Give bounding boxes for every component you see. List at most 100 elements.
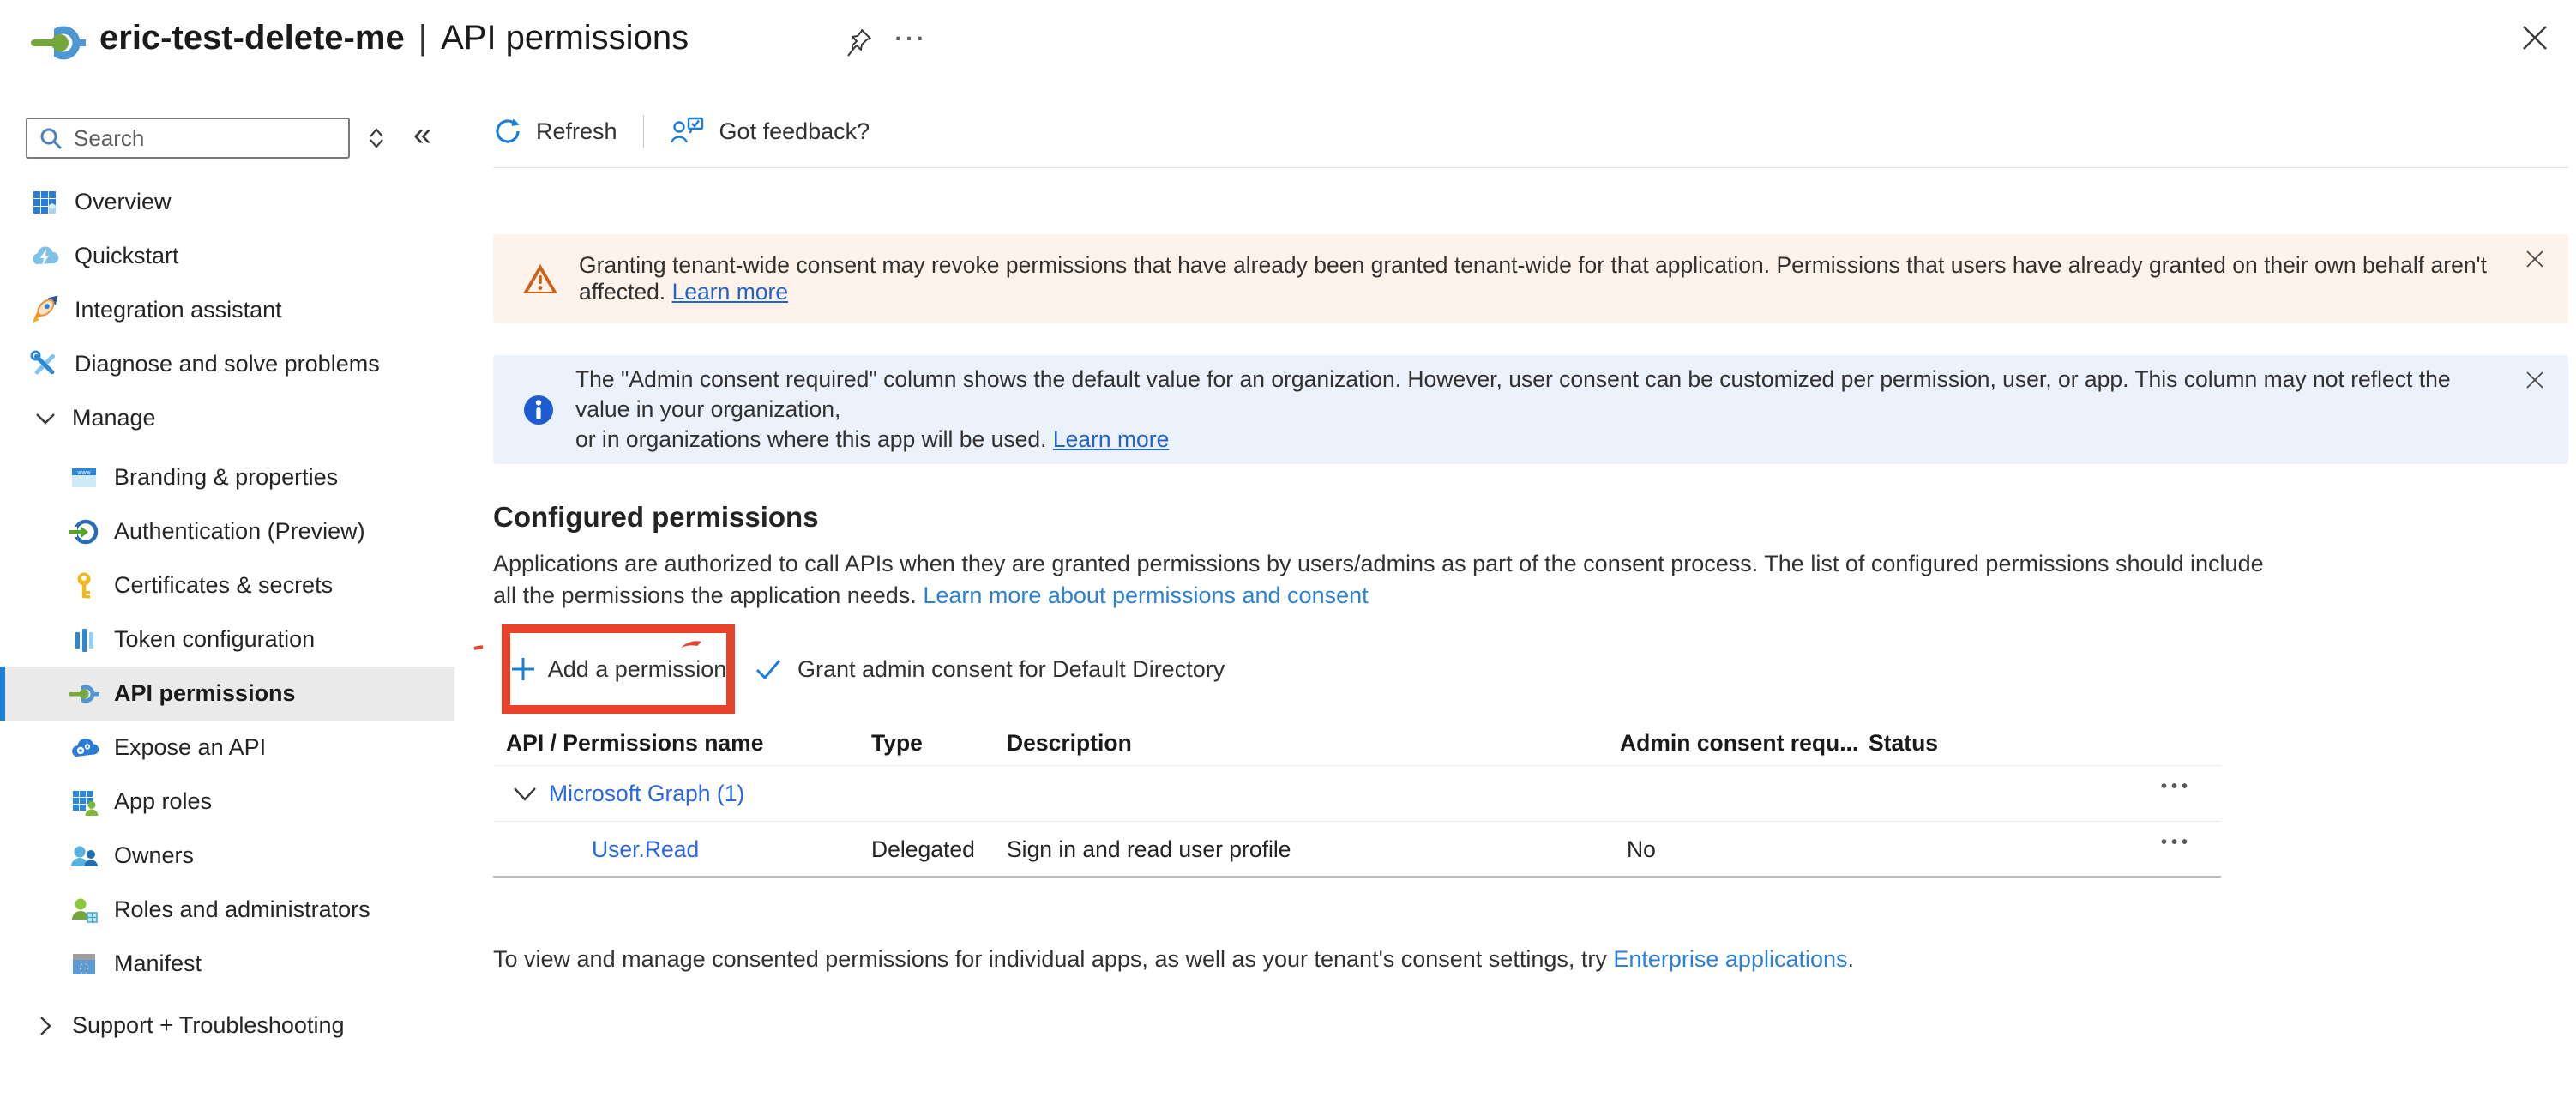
- refresh-icon: [493, 117, 522, 146]
- collapse-sidebar-icon[interactable]: «: [413, 117, 431, 154]
- token-configuration-icon: [69, 624, 99, 655]
- sidebar-item-roles-administrators[interactable]: Roles and administrators: [0, 883, 454, 937]
- info-learn-more-link[interactable]: Learn more: [1053, 426, 1170, 452]
- grant-admin-consent-label: Grant admin consent for Default Director…: [797, 656, 1225, 683]
- warning-learn-more-link[interactable]: Learn more: [672, 279, 789, 305]
- annotation-arrow-artifact: [680, 639, 702, 649]
- column-header-description[interactable]: Description: [1007, 730, 1132, 757]
- owners-icon: [69, 841, 99, 872]
- sidebar-item-manifest[interactable]: { } Manifest: [0, 937, 454, 991]
- sidebar-item-label: Diagnose and solve problems: [75, 351, 380, 377]
- sidebar-item-label: App roles: [114, 788, 212, 815]
- sidebar-search[interactable]: [26, 118, 350, 159]
- section-label: Support + Troubleshooting: [72, 1012, 344, 1039]
- sidebar-item-label: API permissions: [114, 680, 296, 707]
- row-more-options-icon[interactable]: •••: [2161, 833, 2192, 853]
- warning-text: Granting tenant-wide consent may revoke …: [579, 252, 2491, 305]
- enterprise-applications-link[interactable]: Enterprise applications: [1613, 946, 1847, 972]
- column-header-type[interactable]: Type: [871, 730, 923, 757]
- expose-api-icon: [69, 733, 99, 763]
- page-title: eric-test-delete-me|API permissions: [99, 19, 689, 57]
- close-blade-icon[interactable]: [2519, 22, 2550, 53]
- blade-title: API permissions: [441, 19, 689, 57]
- search-input[interactable]: [72, 124, 363, 153]
- sidebar-item-owners[interactable]: Owners: [0, 829, 454, 883]
- sidebar-item-integration-assistant[interactable]: Integration assistant: [0, 283, 454, 337]
- info-icon: [522, 394, 555, 426]
- column-header-status[interactable]: Status: [1869, 730, 1938, 757]
- permission-type-cell: Delegated: [871, 836, 975, 863]
- search-icon: [38, 125, 63, 151]
- warning-icon: [522, 262, 558, 295]
- toolbar-rule: [493, 167, 2568, 168]
- info-text: The "Admin consent required" column show…: [575, 365, 2491, 455]
- sidebar-nav: Overview Quickstart Integration assistan…: [0, 175, 454, 1053]
- more-options-menu-icon[interactable]: …: [892, 10, 929, 49]
- sidebar-item-label: Branding & properties: [114, 464, 338, 491]
- warning-banner: Granting tenant-wide consent may revoke …: [493, 234, 2568, 323]
- dismiss-warning-icon[interactable]: [2524, 248, 2546, 270]
- pin-icon[interactable]: [846, 27, 873, 58]
- sidebar-item-quickstart[interactable]: Quickstart: [0, 229, 454, 283]
- sidebar-item-diagnose[interactable]: Diagnose and solve problems: [0, 337, 454, 391]
- plus-icon: [510, 656, 536, 682]
- sidebar-item-label: Certificates & secrets: [114, 572, 333, 599]
- svg-text:{ }: { }: [79, 962, 88, 974]
- configured-permissions-heading: Configured permissions: [493, 501, 819, 534]
- admin-consent-required-cell: No: [1627, 836, 1656, 863]
- sidebar-item-token-configuration[interactable]: Token configuration: [0, 612, 454, 667]
- table-bottom-rule: [493, 876, 2221, 878]
- sidebar-item-api-permissions[interactable]: API permissions: [0, 667, 454, 721]
- section-label: Manage: [72, 405, 156, 431]
- sidebar-section-manage[interactable]: Manage: [0, 391, 454, 445]
- permissions-consent-link[interactable]: Learn more about permissions and consent: [923, 582, 1368, 608]
- highlight-annotation-box: Add a permission: [502, 624, 735, 714]
- table-row-rule: [493, 821, 2221, 822]
- quickstart-icon: [29, 241, 60, 272]
- permissions-table: API / Permissions name Type Description …: [493, 719, 2221, 882]
- manifest-icon: { }: [69, 949, 99, 980]
- sidebar-item-certificates[interactable]: Certificates & secrets: [0, 558, 454, 612]
- chevron-down-icon: [34, 409, 58, 428]
- feedback-button[interactable]: Got feedback?: [670, 116, 870, 147]
- sidebar-item-label: Expose an API: [114, 734, 266, 761]
- svg-text:www: www: [76, 470, 91, 476]
- toolbar-divider: [643, 115, 644, 148]
- group-chevron-down-icon[interactable]: [512, 785, 538, 804]
- authentication-icon: [69, 516, 99, 547]
- column-header-api-permissions-name[interactable]: API / Permissions name: [506, 730, 763, 757]
- sidebar-section-support[interactable]: Support + Troubleshooting: [0, 998, 454, 1053]
- sidebar-item-app-roles[interactable]: App roles: [0, 775, 454, 829]
- table-header-rule: [493, 765, 2221, 766]
- sort-order-icon[interactable]: [364, 125, 389, 151]
- sidebar-item-label: Quickstart: [75, 243, 179, 269]
- diagnose-icon: [29, 349, 60, 380]
- command-bar: Refresh Got feedback?: [493, 106, 870, 156]
- footer-note: To view and manage consented permissions…: [493, 946, 1854, 973]
- sidebar-item-label: Owners: [114, 842, 194, 869]
- microsoft-graph-link[interactable]: Microsoft Graph (1): [549, 781, 744, 807]
- sidebar-item-label: Token configuration: [114, 626, 315, 653]
- column-header-admin-consent-required[interactable]: Admin consent requ...: [1620, 730, 1858, 757]
- info-banner: The "Admin consent required" column show…: [493, 355, 2568, 464]
- sidebar-item-label: Manifest: [114, 950, 202, 977]
- sidebar-item-branding[interactable]: www Branding & properties: [0, 450, 454, 504]
- permission-name-link[interactable]: User.Read: [592, 836, 699, 863]
- title-separator: |: [418, 19, 427, 57]
- sidebar-item-authentication[interactable]: Authentication (Preview): [0, 504, 454, 558]
- sidebar-item-expose-api[interactable]: Expose an API: [0, 721, 454, 775]
- annotation-tick-artifact: [474, 645, 484, 650]
- group-more-options-icon[interactable]: •••: [2161, 777, 2192, 797]
- refresh-label: Refresh: [536, 118, 617, 145]
- sidebar-item-overview[interactable]: Overview: [0, 175, 454, 229]
- refresh-button[interactable]: Refresh: [493, 117, 617, 146]
- dismiss-info-icon[interactable]: [2524, 369, 2546, 391]
- grant-admin-consent-button[interactable]: Grant admin consent for Default Director…: [755, 647, 1225, 691]
- check-icon: [755, 657, 782, 681]
- permission-description-cell: Sign in and read user profile: [1007, 836, 1291, 863]
- sidebar-item-label: Integration assistant: [75, 297, 282, 323]
- add-permission-button[interactable]: Add a permission: [548, 656, 727, 683]
- app-registration-icon: [31, 22, 86, 63]
- configured-permissions-description: Applications are authorized to call APIs…: [493, 548, 2264, 612]
- branding-icon: www: [69, 462, 99, 493]
